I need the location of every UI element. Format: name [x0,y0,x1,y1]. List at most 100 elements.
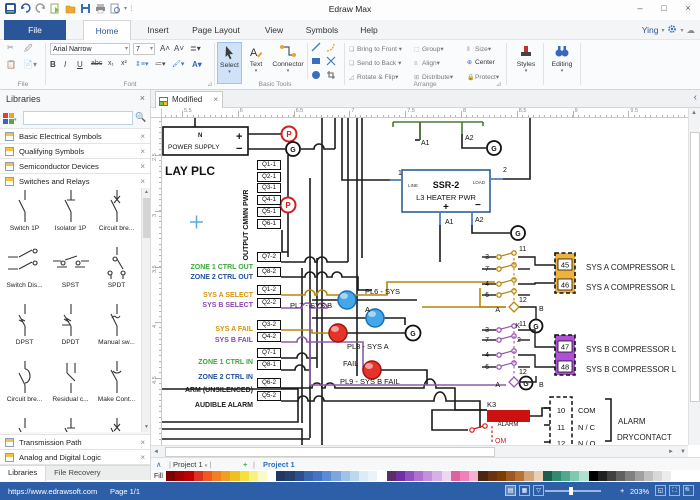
freeform-tool-icon[interactable] [326,56,336,68]
fill-swatch[interactable] [166,471,175,481]
library-group[interactable]: Analog and Digital Logic× [0,450,150,465]
plc-terminal[interactable]: Q5-2 [257,391,281,401]
fit-window-icon[interactable]: ◱ [655,485,666,496]
plc-terminal[interactable]: Q3-2 [257,320,281,330]
fill-swatch[interactable] [653,471,662,481]
fill-swatch[interactable] [625,471,634,481]
zoom-level[interactable]: 203% [630,487,649,496]
symbol-partial[interactable] [48,416,93,432]
fill-swatch[interactable] [607,471,616,481]
fullscreen-icon[interactable]: ⛶ [669,485,680,496]
fill-swatch[interactable] [285,471,294,481]
paste-icon[interactable]: 📋 [6,60,16,69]
panel-tab-file-recovery[interactable]: File Recovery [46,466,108,481]
plc-terminal[interactable]: Q6-1 [257,219,281,229]
library-group[interactable]: Switches and Relays× [0,174,150,189]
fill-swatch[interactable] [635,471,644,481]
symbol-switch-1p[interactable]: Switch 1P [2,188,47,244]
fill-swatch[interactable] [267,471,276,481]
symbol-spst[interactable]: SPST [48,245,93,301]
terminal-block-sys-a[interactable]: 45 46 [555,253,575,293]
normal-view-icon[interactable]: ▤ [505,485,516,496]
horizontal-scrollbar[interactable]: ◄ ► ▼ [151,445,688,457]
fill-swatch[interactable] [230,471,239,481]
fill-swatch[interactable] [561,471,570,481]
fill-swatch[interactable] [359,471,368,481]
add-page-icon[interactable]: + [243,459,247,470]
dry-contact-block[interactable]: 10 11 12 COM N / C N / O ALARM DRYCONTAC… [544,397,672,445]
underline-icon[interactable]: U [77,60,83,69]
tab-insert[interactable]: Insert [138,20,178,40]
connector-tool-button[interactable]: Connector ▾ [270,42,306,74]
select-tool-button[interactable]: Select ▾ [217,42,242,84]
fill-swatch[interactable] [276,471,285,481]
plc-terminal[interactable]: Q6-2 [257,378,281,388]
fill-swatch[interactable] [396,471,405,481]
symbol-dpdt[interactable]: DPDT [48,302,93,358]
fill-swatch[interactable] [258,471,267,481]
copy-icon[interactable]: 📄▾ [23,60,37,69]
fill-swatch[interactable] [579,471,588,481]
fill-swatch[interactable] [184,471,193,481]
ssr2-box[interactable]: LINE SSR-2 LOAD L3 HEATER PWR + − [402,170,490,213]
line-spacing-icon[interactable]: ⇕≡▾ [135,60,148,68]
zoom-slider[interactable] [545,490,601,492]
fill-swatch[interactable] [313,471,322,481]
power-supply-box[interactable]: N POWER SUPPLY + − [163,127,248,155]
editing-button[interactable]: Editing ▾ [546,42,578,74]
fill-swatch[interactable] [451,471,460,481]
document-tab-close-icon[interactable]: × [213,92,218,108]
plc-terminal[interactable]: Q8-2 [257,267,281,277]
fill-swatch[interactable] [432,471,441,481]
close-library-icon[interactable]: × [140,435,145,450]
plc-terminal[interactable]: Q7-2 [257,252,281,262]
tab-home[interactable]: Home [83,20,131,40]
styles-button[interactable]: Styles ▾ [510,42,542,74]
fill-swatch[interactable] [414,471,423,481]
distribute-button[interactable]: ⊞Distribute▾ [414,73,453,81]
presentation-icon[interactable]: ▽ [533,485,544,496]
plc-terminal[interactable]: Q3-1 [257,183,281,193]
symbol-switch-dis-[interactable]: Switch Dis... [2,245,47,301]
superscript-icon[interactable]: x² [121,60,127,67]
symbol-dpst[interactable]: DPST [2,302,47,358]
fill-swatch[interactable] [488,471,497,481]
fill-swatch[interactable] [387,471,396,481]
tab-symbols[interactable]: Symbols [297,20,347,40]
fill-swatch[interactable] [304,471,313,481]
symbol-manual-sw-[interactable]: Manual sw... [94,302,139,358]
library-search-input[interactable] [23,111,133,125]
italic-icon[interactable]: I [64,60,66,69]
strikethrough-icon[interactable]: abc [91,60,102,67]
size-button[interactable]: ⦀Size▾ [467,45,491,54]
highlight-icon[interactable]: 🖌▾ [172,60,184,68]
fill-swatch[interactable] [203,471,212,481]
subscript-icon[interactable]: x₁ [108,60,114,67]
fill-swatch[interactable] [423,471,432,481]
fill-swatch[interactable] [240,471,249,481]
align-button[interactable]: ≡Align▾ [414,59,440,67]
paragraph-icon[interactable]: ≣▾ [190,44,201,53]
fill-swatch[interactable] [534,471,543,481]
shrink-font-icon[interactable]: A˅ [174,44,184,53]
symbol-partial[interactable] [94,416,139,432]
terminal-block-sys-b[interactable]: 47 48 [555,335,575,375]
symbol-isolator-1p[interactable]: Isolator 1P [48,188,93,244]
fill-swatch[interactable] [644,471,653,481]
search-icon[interactable]: 🔍 [135,112,148,125]
fill-swatch[interactable] [221,471,230,481]
fill-swatch[interactable] [662,471,671,481]
bold-icon[interactable]: B [50,60,56,69]
collapse-panel-icon[interactable]: ‹ [694,92,697,103]
crop-tool-icon[interactable] [326,70,336,82]
symbol-make-cont-[interactable]: Make Cont... [94,359,139,415]
bullet-list-icon[interactable]: ≔▾ [155,60,166,68]
fill-swatch[interactable] [497,471,506,481]
tab-help[interactable]: Help [352,20,386,40]
font-family-select[interactable]: Arial Narrow▾ [50,43,130,55]
plc-terminal[interactable]: Q4-2 [257,332,281,342]
symbol-circuit-bre-[interactable]: Circuit bre... [2,359,47,415]
settings-dropdown-icon[interactable]: ▾ [680,27,683,34]
fill-swatch[interactable] [671,471,680,481]
fill-swatch[interactable] [350,471,359,481]
